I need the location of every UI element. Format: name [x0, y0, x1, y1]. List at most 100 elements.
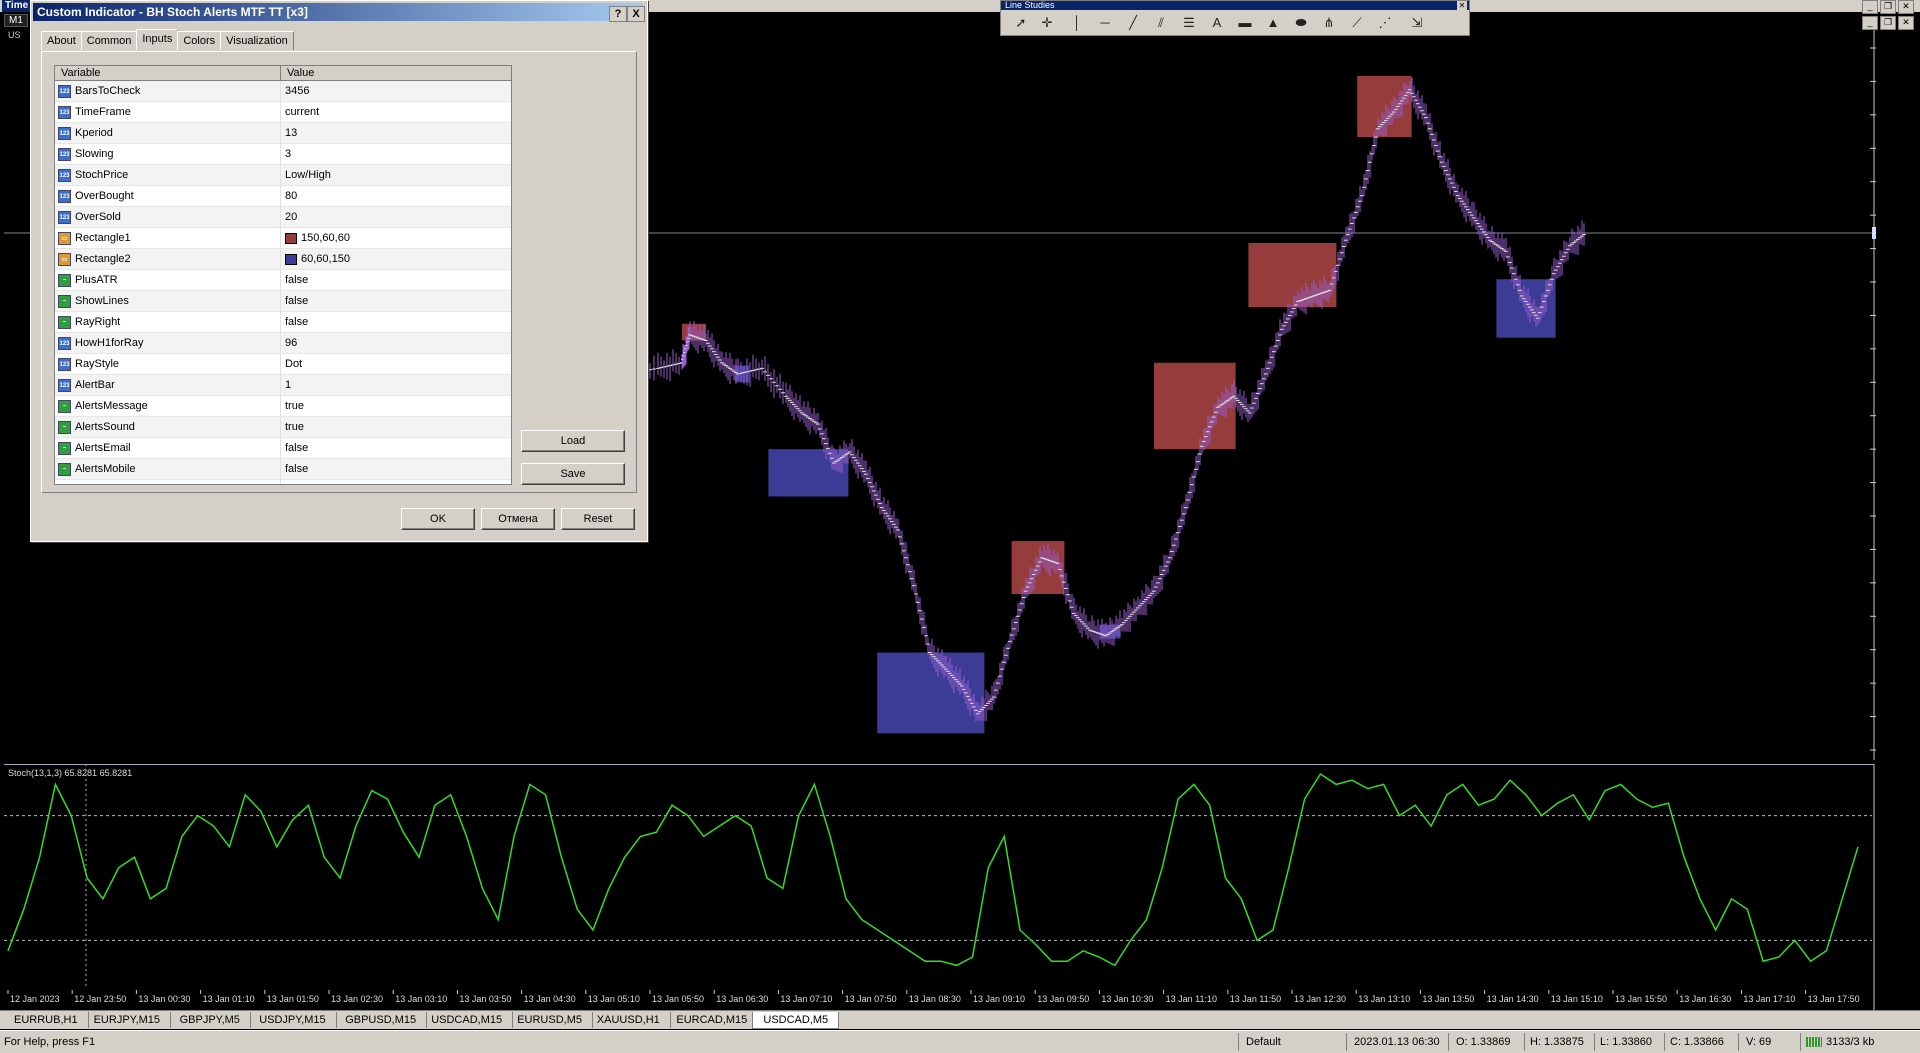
equidistant-channel-icon[interactable]: ⫽	[1151, 14, 1171, 32]
input-row[interactable]: ~ AlertsEmail false	[55, 438, 511, 459]
chart-minimize-icon[interactable]: _	[1862, 16, 1878, 30]
value-cell[interactable]: 3456	[281, 81, 511, 101]
input-row[interactable]: 123 Kperiod 13	[55, 123, 511, 144]
input-row[interactable]: 123 RayStyle Dot	[55, 354, 511, 375]
value-cell[interactable]: false	[281, 270, 511, 290]
value-cell[interactable]: current	[281, 102, 511, 122]
minimize-icon[interactable]: _	[1862, 0, 1878, 14]
trendline-icon[interactable]: ╱	[1123, 14, 1143, 32]
chart-restore-icon[interactable]: ❐	[1880, 16, 1896, 30]
reset-button[interactable]: Reset	[561, 508, 635, 530]
tab-about[interactable]: About	[41, 31, 82, 50]
restore-icon[interactable]: ❐	[1880, 0, 1896, 14]
value-cell[interactable]: true	[281, 396, 511, 416]
variable-value: 80	[285, 190, 298, 202]
symbol-tab[interactable]: GBPJPY,M5	[170, 1012, 251, 1028]
bool-type-icon: ~	[58, 315, 71, 329]
input-row[interactable]: ~ PlusATR false	[55, 270, 511, 291]
symbol-tab[interactable]: USDCAD,M5	[752, 1012, 840, 1029]
time-label: 13 Jan 13:10	[1358, 994, 1410, 1004]
input-row[interactable]: 123 BarsToCheck 3456	[55, 81, 511, 102]
symbol-tab[interactable]: EURRUB,H1	[4, 1012, 89, 1028]
andrews-pitchfork-icon[interactable]: ⋔	[1319, 14, 1339, 32]
value-cell[interactable]: 80	[281, 186, 511, 206]
value-column-header[interactable]: Value	[281, 66, 511, 80]
variable-cell: 123 StochPrice	[55, 165, 281, 185]
vertical-line-icon[interactable]: │	[1067, 14, 1087, 32]
input-row[interactable]: 123 OverBought 80	[55, 186, 511, 207]
value-cell[interactable]: 20	[281, 207, 511, 227]
color-swatch[interactable]	[285, 253, 297, 265]
value-cell[interactable]: Low/High	[281, 165, 511, 185]
symbol-tab[interactable]: EURUSD,M5	[507, 1012, 593, 1028]
load-button[interactable]: Load	[521, 430, 625, 452]
cursor-icon[interactable]: ➚	[1011, 14, 1031, 32]
symbol-tab[interactable]: XAUUSD,H1	[587, 1012, 671, 1028]
input-row[interactable]: 123 TimeFrame current	[55, 102, 511, 123]
value-cell[interactable]: false	[281, 459, 511, 479]
value-cell[interactable]: alert2.wav	[281, 480, 511, 484]
triangle-icon[interactable]: ▲	[1263, 14, 1283, 32]
input-row[interactable]: ~ AlertsMobile false	[55, 459, 511, 480]
stochastic-subwindow[interactable]: 10080200Stoch(13,1,3) 65.8281 65.828112 …	[4, 764, 1876, 1012]
fibonacci-retracement-icon[interactable]: ☰	[1179, 14, 1199, 32]
tab-colors[interactable]: Colors	[177, 31, 222, 50]
tab-visualization[interactable]: Visualization	[220, 31, 294, 50]
arrows-menu-icon[interactable]: ⇲	[1407, 14, 1427, 32]
value-cell[interactable]: 150,60,60	[281, 228, 511, 248]
text-icon[interactable]: A	[1207, 14, 1227, 32]
value-cell[interactable]: 96	[281, 333, 511, 353]
gann-line-icon[interactable]: ⟋	[1347, 14, 1367, 32]
color-swatch[interactable]	[285, 232, 297, 244]
input-row[interactable]: ~ ShowLines false	[55, 291, 511, 312]
input-row[interactable]: 123 Slowing 3	[55, 144, 511, 165]
symbol-tab[interactable]: EURJPY,M15	[84, 1012, 172, 1028]
tab-common[interactable]: Common	[80, 31, 138, 50]
horizontal-line-icon[interactable]: ─	[1095, 14, 1115, 32]
symbol-tab[interactable]: USDJPY,M15	[249, 1012, 337, 1028]
input-row[interactable]: 123 AlertBar 1	[55, 375, 511, 396]
input-row[interactable]: 123 OverSold 20	[55, 207, 511, 228]
symbol-tab[interactable]: GBPUSD,M15	[335, 1012, 428, 1028]
symbol-tab[interactable]: USDCAD,M15	[421, 1012, 514, 1028]
chart-close-icon[interactable]: ✕	[1898, 16, 1914, 30]
crosshair-icon[interactable]: ✛	[1037, 14, 1057, 32]
input-row[interactable]: ▭ Rectangle2 60,60,150	[55, 249, 511, 270]
variable-column-header[interactable]: Variable	[55, 66, 281, 80]
input-row[interactable]: ~ RayRight false	[55, 312, 511, 333]
inputs-grid[interactable]: Variable Value 123 BarsToCheck 3456 123 Time…	[54, 65, 512, 485]
ellipse-icon[interactable]: ⬬	[1291, 14, 1311, 32]
cancel-button[interactable]: Отмена	[481, 508, 555, 530]
value-cell[interactable]: Dot	[281, 354, 511, 374]
help-icon[interactable]: ?	[609, 6, 627, 22]
variable-cell: ~ RayRight	[55, 312, 281, 332]
value-cell[interactable]: true	[281, 417, 511, 437]
save-button[interactable]: Save	[521, 463, 625, 485]
value-cell[interactable]: false	[281, 291, 511, 311]
line-studies-close-icon[interactable]: ✕	[1457, 1, 1467, 10]
bar-open: O: 1.33869	[1456, 1036, 1511, 1048]
tab-inputs[interactable]: Inputs	[136, 29, 179, 50]
rectangle-icon[interactable]: ▬	[1235, 14, 1255, 32]
time-label: 13 Jan 17:50	[1808, 994, 1860, 1004]
line-studies-toolbar: Line Studies ✕ ➚ ✛ │ ─ ╱ ⫽ ☰ A ▬ ▲ ⬬ ⋔ ⟋…	[1000, 0, 1470, 36]
variable-name: AlertsSound	[75, 421, 135, 433]
value-cell[interactable]: 13	[281, 123, 511, 143]
value-cell[interactable]: 1	[281, 375, 511, 395]
close-icon[interactable]: ✕	[1898, 0, 1914, 14]
input-row[interactable]: ~ AlertsSound true	[55, 417, 511, 438]
input-row[interactable]: ~ AlertsMessage true	[55, 396, 511, 417]
value-cell[interactable]: false	[281, 312, 511, 332]
value-cell[interactable]: false	[281, 438, 511, 458]
input-row[interactable]: 123 HowH1forRay 96	[55, 333, 511, 354]
value-cell[interactable]: 60,60,150	[281, 249, 511, 269]
value-cell[interactable]: 3	[281, 144, 511, 164]
ok-button[interactable]: OK	[401, 508, 475, 530]
window-controls: _ ❐ ✕	[1862, 0, 1914, 14]
input-row[interactable]: 123 StochPrice Low/High	[55, 165, 511, 186]
fibonacci-fan-icon[interactable]: ⋰	[1375, 14, 1395, 32]
symbol-tab[interactable]: EURCAD,M15	[666, 1012, 759, 1028]
dialog-close-icon[interactable]: X	[627, 6, 645, 22]
input-row[interactable]: ab SoundFile alert2.wav	[55, 480, 511, 484]
input-row[interactable]: ▭ Rectangle1 150,60,60	[55, 228, 511, 249]
